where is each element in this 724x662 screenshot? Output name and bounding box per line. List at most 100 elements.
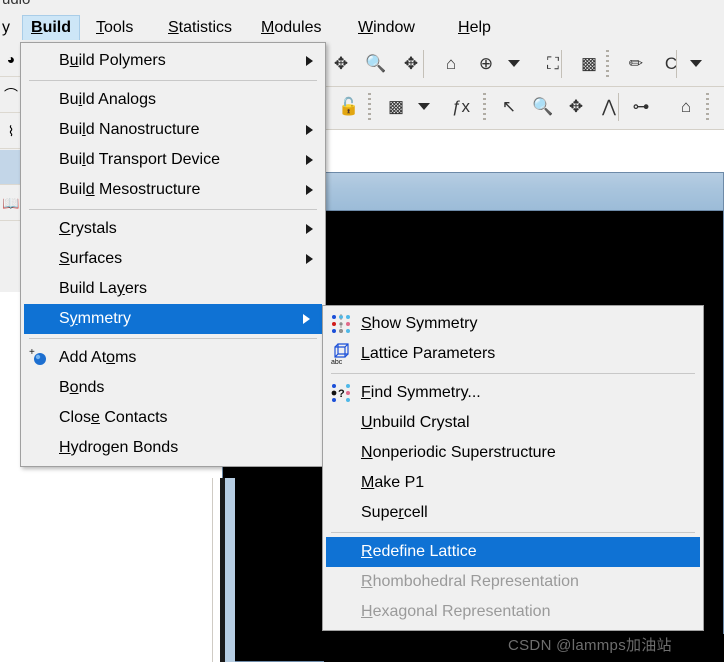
- build-menu-popup: Build Polymers Build Analogs Build Nanostr…: [20, 42, 326, 467]
- project-explorer-panel[interactable]: [0, 478, 213, 662]
- book-help-icon[interactable]: 📖: [0, 186, 22, 221]
- menu-item-label: Close Contacts: [59, 409, 168, 426]
- menu-item-add-atoms[interactable]: + Add Atoms: [21, 343, 325, 373]
- menu-item-label: Build Analogs: [59, 91, 156, 108]
- menubar-item-statistics[interactable]: Statistics: [160, 15, 240, 40]
- menu-item-symmetry[interactable]: Symmetry: [24, 304, 322, 334]
- pan-translate-icon[interactable]: ✥: [398, 51, 424, 77]
- menu-item-show-symmetry[interactable]: Show Symmetry: [323, 309, 703, 339]
- toolbar-grip[interactable]: [706, 93, 709, 121]
- fit-to-screen-icon[interactable]: ⛶: [540, 51, 566, 77]
- toolbar-grip[interactable]: [368, 93, 371, 121]
- structure-icon[interactable]: ⌇: [0, 114, 22, 149]
- view-dropdown-caret-icon[interactable]: [508, 60, 520, 67]
- menubar-item-label: Help: [458, 19, 491, 36]
- menubar-item-window[interactable]: Window: [350, 15, 423, 40]
- menu-separator: [29, 338, 317, 339]
- menubar-item-label: Build: [31, 19, 71, 36]
- find-symmetry-icon: ?: [330, 382, 352, 404]
- menu-item-label: Symmetry: [59, 310, 131, 327]
- app-title-text: udio: [2, 0, 30, 8]
- menu-item-build-nanostructure[interactable]: Build Nanostructure: [21, 115, 325, 145]
- home-icon[interactable]: ⌂: [673, 94, 699, 120]
- menubar-item-modules[interactable]: Modules: [253, 15, 329, 40]
- menubar-item-tools[interactable]: Tools: [88, 15, 141, 40]
- menu-item-label: Build Polymers: [59, 52, 166, 69]
- curve-tool-icon[interactable]: ⌒: [0, 78, 22, 113]
- menu-item-label: Bonds: [59, 379, 105, 396]
- toolbar-separator: [618, 93, 619, 121]
- bond-order-icon[interactable]: C: [658, 51, 684, 77]
- zoom-icon[interactable]: 🔍: [363, 51, 389, 77]
- move-icon[interactable]: ✥: [563, 94, 589, 120]
- menu-item-unbuild-crystal[interactable]: Unbuild Crystal: [323, 408, 703, 438]
- toolbar-separator: [423, 50, 424, 78]
- unlock-icon[interactable]: 🔓: [336, 94, 362, 120]
- pencil-sketch-icon[interactable]: ✏: [623, 51, 649, 77]
- menu-item-redefine-lattice[interactable]: Redefine Lattice: [326, 537, 700, 567]
- menu-item-label: Find Symmetry...: [361, 384, 481, 401]
- menu-item-label: Build Nanostructure: [59, 121, 200, 138]
- menu-item-label: Nonperiodic Superstructure: [361, 444, 556, 461]
- menubar-item-help[interactable]: Help: [450, 15, 499, 40]
- menu-item-build-transport-device[interactable]: Build Transport Device: [21, 145, 325, 175]
- svg-text:?: ?: [338, 388, 345, 400]
- watermark-text: CSDN @lammps加油站: [508, 637, 672, 654]
- menu-item-close-contacts[interactable]: Close Contacts: [21, 403, 325, 433]
- menu-separator: [331, 532, 695, 533]
- function-fx-icon[interactable]: ƒx: [448, 94, 474, 120]
- menu-item-nonperiodic-superstructure[interactable]: Nonperiodic Superstructure: [323, 438, 703, 468]
- menu-item-label: Rhombohedral Representation: [361, 573, 579, 590]
- menu-item-crystals[interactable]: Crystals: [21, 214, 325, 244]
- toolbar-separator: [561, 50, 562, 78]
- chart-bars-icon[interactable]: ⊶: [628, 94, 654, 120]
- menu-item-find-symmetry[interactable]: ? Find Symmetry...: [323, 378, 703, 408]
- menu-item-bonds[interactable]: Bonds: [21, 373, 325, 403]
- menu-item-label: Surfaces: [59, 250, 123, 267]
- submenu-arrow-icon: [306, 224, 313, 234]
- menu-item-label: Unbuild Crystal: [361, 414, 470, 431]
- svg-text:+: +: [29, 347, 35, 358]
- menubar-item-y[interactable]: y: [0, 15, 14, 40]
- menu-item-label: Make P1: [361, 474, 425, 491]
- svg-text:abc: abc: [331, 359, 343, 365]
- menu-item-label: Redefine Lattice: [361, 543, 477, 560]
- submenu-arrow-icon: [306, 56, 313, 66]
- project-icon[interactable]: ◕: [0, 42, 22, 77]
- menu-item-build-polymers[interactable]: Build Polymers: [21, 46, 325, 76]
- lattice-parameters-icon: abc: [330, 343, 352, 366]
- menu-item-hydrogen-bonds[interactable]: Hydrogen Bonds: [21, 433, 325, 463]
- atom-labels-icon[interactable]: ▩: [383, 94, 409, 120]
- menu-item-lattice-parameters[interactable]: abc Lattice Parameters: [323, 339, 703, 369]
- display-style-icon[interactable]: ▩: [576, 51, 602, 77]
- find-zoom-icon[interactable]: 🔍: [530, 94, 556, 120]
- rotate-molecule-icon[interactable]: ✥: [328, 51, 354, 77]
- toolbar-grip[interactable]: [606, 50, 609, 78]
- center-target-icon[interactable]: ⊕: [473, 51, 499, 77]
- menu-item-build-mesostructure[interactable]: Build Mesostructure: [21, 175, 325, 205]
- menu-separator: [29, 209, 317, 210]
- menu-item-supercell[interactable]: Supercell: [323, 498, 703, 528]
- materials-studio-window: udio y Build Tools Statistics Modules Window H…: [0, 0, 724, 662]
- add-atoms-icon: +: [28, 347, 50, 369]
- menu-item-label: Show Symmetry: [361, 315, 478, 332]
- menubar-item-label: Window: [358, 19, 415, 36]
- select-arrow-icon[interactable]: ↖: [496, 94, 522, 120]
- menu-item-label: Hexagonal Representation: [361, 603, 551, 620]
- submenu-arrow-icon: [306, 125, 313, 135]
- menu-item-make-p1[interactable]: Make P1: [323, 468, 703, 498]
- home-view-icon[interactable]: ⌂: [438, 51, 464, 77]
- menubar-item-label: Modules: [261, 19, 322, 36]
- label-dropdown-caret-icon[interactable]: [418, 103, 430, 110]
- window-left-border: [225, 478, 235, 662]
- menu-item-build-layers[interactable]: Build Layers: [21, 274, 325, 304]
- menu-item-surfaces[interactable]: Surfaces: [21, 244, 325, 274]
- menu-bar: y Build Tools Statistics Modules Window Help: [0, 12, 724, 43]
- menubar-item-build[interactable]: Build: [22, 15, 80, 40]
- toolbar-grip[interactable]: [483, 93, 486, 121]
- menubar-item-label: Tools: [96, 19, 134, 36]
- submenu-arrow-icon: [306, 185, 313, 195]
- menu-item-build-analogs[interactable]: Build Analogs: [21, 85, 325, 115]
- selected-tool-icon[interactable]: [0, 150, 22, 185]
- bond-dropdown-caret-icon[interactable]: [690, 60, 702, 67]
